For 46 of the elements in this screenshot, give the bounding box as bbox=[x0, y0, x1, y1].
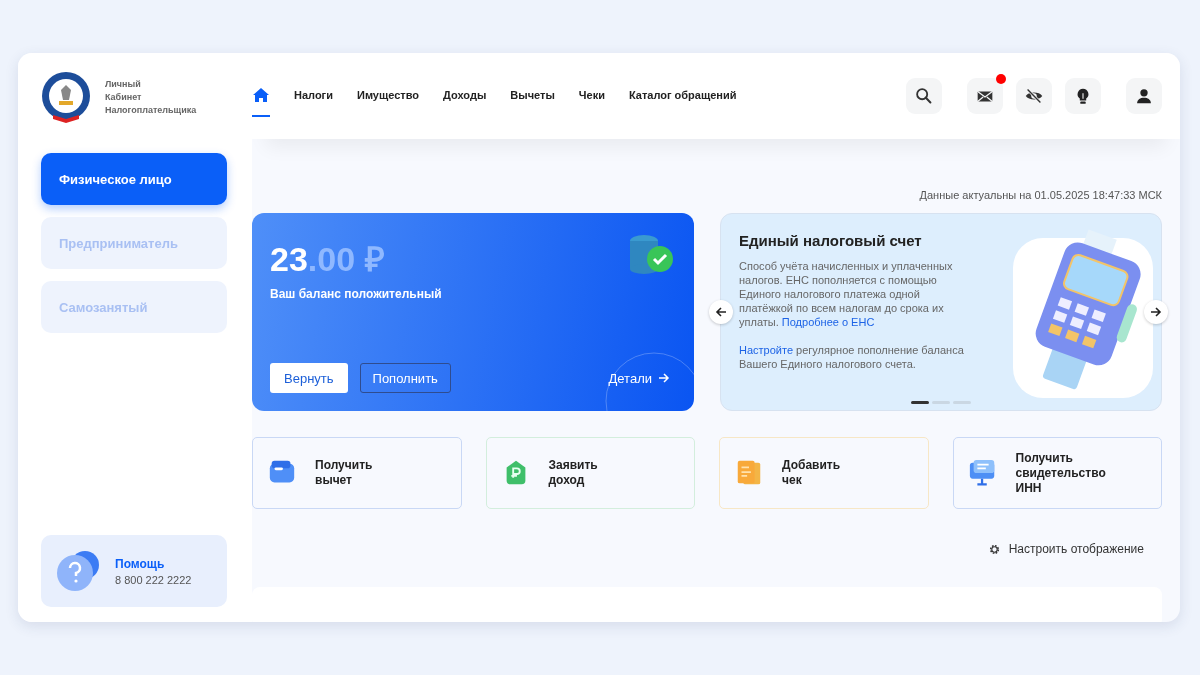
nav-tab[interactable]: Налоги bbox=[294, 77, 333, 115]
display-settings-button[interactable]: Настроить отображение bbox=[981, 541, 1150, 557]
home-icon bbox=[252, 87, 270, 103]
settings-icon bbox=[987, 542, 1001, 556]
slide-indicator[interactable] bbox=[911, 401, 929, 404]
search-button[interactable] bbox=[906, 78, 942, 114]
previous-slide-button[interactable] bbox=[709, 300, 733, 324]
cabinet-title: Личный Кабинет Налогоплательщика bbox=[105, 77, 197, 117]
action-label: Получить вычет bbox=[315, 458, 373, 488]
emblem-icon bbox=[41, 71, 91, 123]
nav-tab[interactable]: Имущество bbox=[356, 77, 420, 115]
arrow-left-icon bbox=[715, 306, 727, 318]
setup-link[interactable]: Настройте bbox=[739, 344, 793, 356]
action-card[interactable]: Заявить доход bbox=[485, 437, 695, 509]
details-link[interactable]: Детали bbox=[602, 369, 676, 387]
return-button[interactable]: Вернуть bbox=[270, 363, 348, 393]
profile-tab[interactable]: Физическое лицо bbox=[41, 153, 227, 205]
promo-note: Настройте регулярное пополнение баланса Вашего Единого налогового счета. bbox=[739, 343, 964, 371]
nav-tab[interactable]: Вычеты bbox=[510, 77, 555, 115]
bulb-button[interactable] bbox=[1065, 78, 1101, 114]
arrow-right-icon bbox=[1150, 306, 1162, 318]
action-label: Добавить чек bbox=[782, 458, 841, 488]
help-phone: 8 800 222 2222 bbox=[115, 573, 192, 586]
next-slide-button[interactable] bbox=[1144, 300, 1168, 324]
action-card[interactable]: Получить вычет bbox=[252, 437, 462, 509]
eye-off-button[interactable] bbox=[1016, 78, 1052, 114]
action-card[interactable]: Получить свидетельство ИНН bbox=[952, 437, 1162, 509]
help-card[interactable]: Помощь 8 800 222 2222 bbox=[41, 535, 227, 607]
top-up-button[interactable]: Пополнить bbox=[359, 363, 451, 393]
balance-amount: 23.00 ₽ bbox=[270, 239, 385, 280]
nav-tab[interactable]: Доходы bbox=[443, 77, 487, 115]
action-label: Получить свидетельство ИНН bbox=[1015, 450, 1106, 496]
data-timestamp: Данные актуальны на 01.05.2025 18:47:33 МСК bbox=[918, 189, 1162, 201]
help-title: Помощь bbox=[115, 556, 166, 571]
notification-dot bbox=[996, 74, 1006, 84]
action-label: Заявить доход bbox=[548, 458, 598, 488]
more-link[interactable]: Подробнее о ЕНС bbox=[781, 316, 875, 328]
action-card[interactable]: Добавить чек bbox=[719, 437, 929, 509]
promo-description: Способ учёта начисленных и уплаченных налогов. ЕНС пополняется с помощью Единого налогового платежа одной платёжкой по всем налогам до срока их уплаты. Подробнее о ЕНС bbox=[739, 259, 954, 329]
nav-tab[interactable]: Чеки bbox=[578, 77, 605, 115]
user-button[interactable] bbox=[1126, 78, 1162, 114]
promo-title: Единый налоговый счет bbox=[739, 232, 923, 249]
nav-tab[interactable]: Каталог обращений bbox=[628, 77, 737, 115]
arrow-right-icon bbox=[658, 372, 670, 384]
coins-check-icon bbox=[628, 233, 674, 275]
balance-caption: Ваш баланс положительный bbox=[270, 287, 443, 301]
